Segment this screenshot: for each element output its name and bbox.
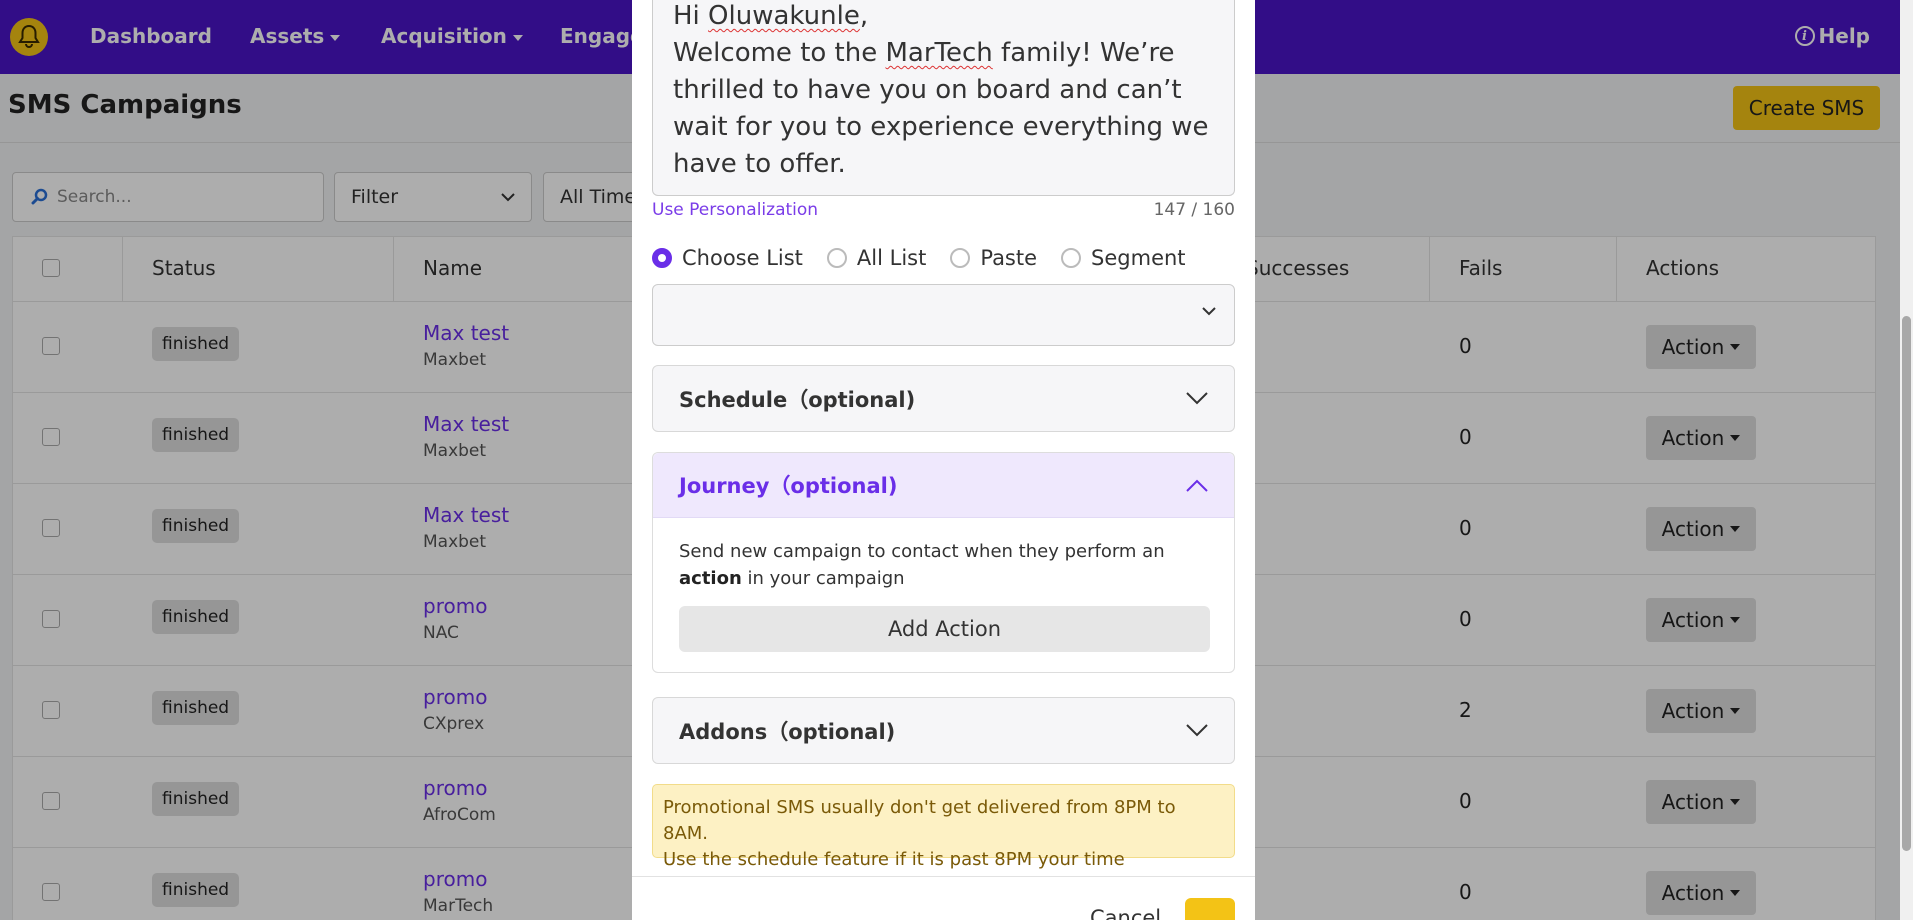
chevron-down-icon (1186, 724, 1208, 737)
radio-segment[interactable]: Segment (1061, 246, 1186, 270)
submit-button[interactable] (1185, 898, 1235, 920)
radio-paste[interactable]: Paste (950, 246, 1037, 270)
addons-title: Addons（optional) (679, 719, 896, 744)
create-sms-modal: Hi Oluwakunle, Welcome to the MarTech fa… (632, 0, 1255, 920)
radio-all-list[interactable]: All List (826, 246, 926, 270)
cancel-button[interactable]: Cancel (1090, 906, 1161, 920)
message-text: Hi Oluwakunle, Welcome to the MarTech fa… (673, 1, 1209, 179)
footer-divider (632, 876, 1255, 877)
radio-selected-icon (652, 248, 672, 268)
delivery-warning-note: Promotional SMS usually don't get delive… (652, 784, 1235, 870)
scrollbar-thumb[interactable] (1902, 316, 1911, 851)
journey-accordion: Journey（optional) Send new campaign to c… (652, 452, 1235, 673)
contact-list-select[interactable] (652, 284, 1235, 346)
message-textarea[interactable]: Hi Oluwakunle, Welcome to the MarTech fa… (652, 0, 1235, 196)
add-action-button[interactable]: Add Action (679, 606, 1210, 652)
use-personalization-link[interactable]: Use Personalization (652, 200, 818, 220)
schedule-accordion[interactable]: Schedule（optional) (652, 365, 1235, 432)
radio-choose-list[interactable]: Choose List (652, 246, 803, 270)
character-counter: 147 / 160 (1153, 200, 1235, 220)
journey-title: Journey（optional) (679, 474, 898, 498)
recipient-type-radio-group: Choose List All List Paste Segment (652, 246, 1210, 270)
radio-unselected-icon (826, 248, 847, 268)
journey-accordion-header[interactable]: Journey（optional) (653, 453, 1234, 518)
chevron-up-icon (1186, 479, 1208, 492)
schedule-title: Schedule（optional) (679, 387, 916, 412)
addons-accordion[interactable]: Addons（optional) (652, 697, 1235, 764)
chevron-down-icon (1202, 307, 1216, 316)
chevron-down-icon (1186, 392, 1208, 405)
radio-unselected-icon (1061, 248, 1082, 268)
journey-description: Send new campaign to contact when they p… (679, 541, 1165, 589)
radio-unselected-icon (950, 248, 971, 268)
